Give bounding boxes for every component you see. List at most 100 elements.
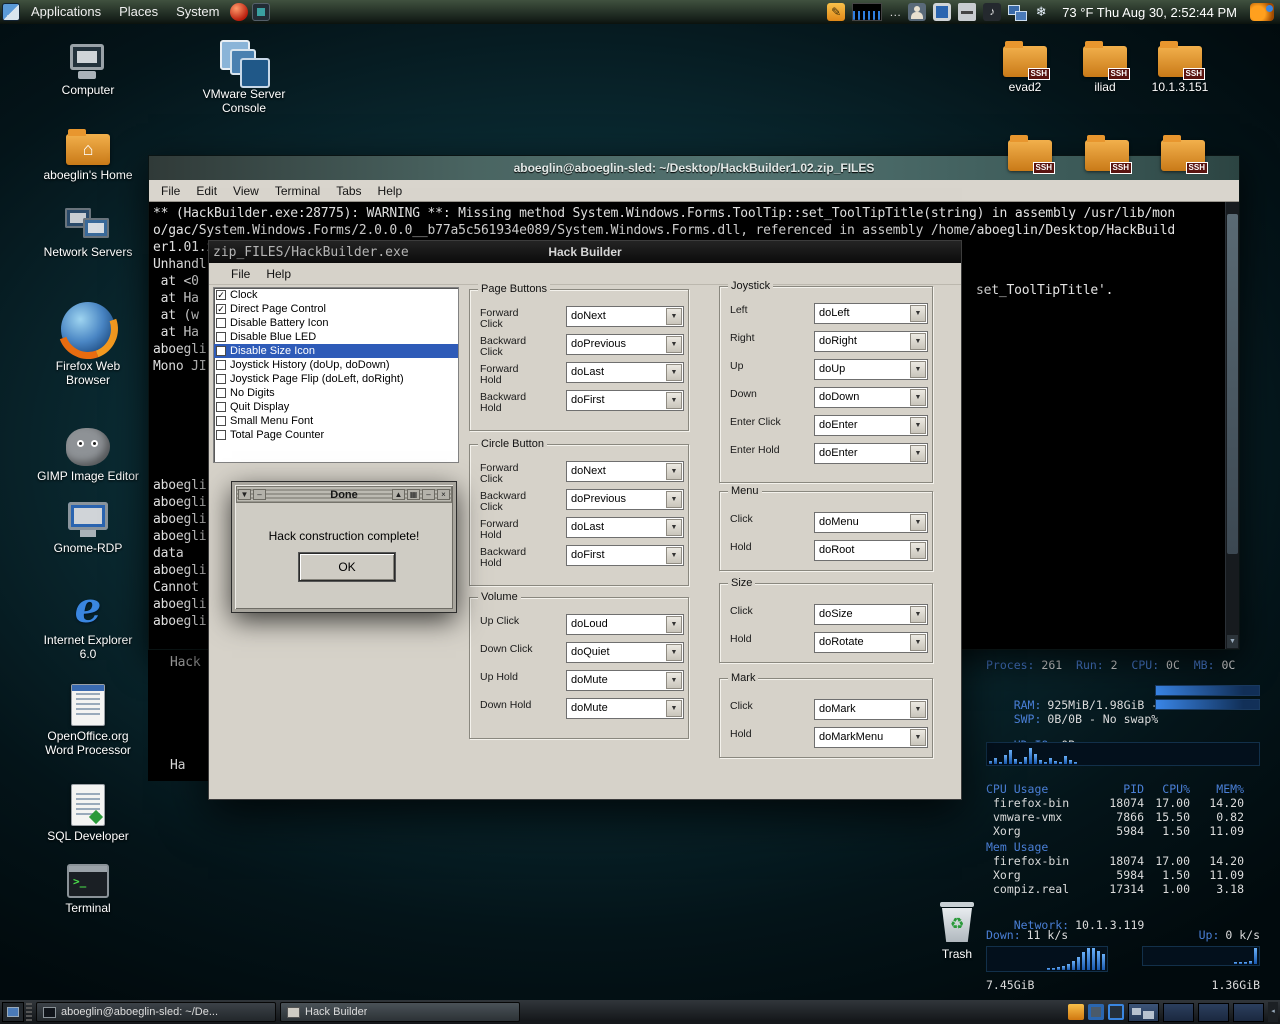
desktop-icon-home[interactable]: ⌂ aboeglin's Home bbox=[36, 129, 140, 182]
combo-menu-hold[interactable]: doRoot ▼ bbox=[814, 540, 928, 561]
hack-builder-menu-file[interactable]: File bbox=[223, 263, 258, 285]
ok-button[interactable]: OK bbox=[299, 553, 395, 581]
menu-applications[interactable]: Applications bbox=[22, 0, 110, 24]
combo-dropdown-icon[interactable]: ▼ bbox=[666, 672, 682, 689]
checklist-item-clock[interactable]: ✓ Clock bbox=[214, 288, 458, 302]
combo-dropdown-icon[interactable]: ▼ bbox=[910, 729, 926, 746]
combo-dropdown-icon[interactable]: ▼ bbox=[666, 336, 682, 353]
terminal-menu-help[interactable]: Help bbox=[370, 180, 411, 202]
desktop-icon-internet-explorer[interactable]: e Internet Explorer 6.0 bbox=[36, 586, 140, 662]
combo-dropdown-icon[interactable]: ▼ bbox=[666, 547, 682, 564]
combo-volume-up-click[interactable]: doLoud ▼ bbox=[566, 614, 684, 635]
checklist-item-small-menu-font[interactable]: Small Menu Font bbox=[214, 414, 458, 428]
checkbox-unchecked[interactable] bbox=[216, 416, 226, 426]
combo-page-buttons-forward-click[interactable]: doNext ▼ bbox=[566, 306, 684, 327]
checkbox-unchecked[interactable] bbox=[216, 402, 226, 412]
notes-applet-icon[interactable]: ✎ bbox=[827, 3, 846, 21]
volume-applet-icon[interactable]: ♪ bbox=[983, 3, 1002, 21]
desktop-icon-network-servers[interactable]: Network Servers bbox=[36, 206, 140, 259]
desktop-icon-openoffice-word[interactable]: OpenOffice.org Word Processor bbox=[36, 684, 140, 757]
combo-volume-up-hold[interactable]: doMute ▼ bbox=[566, 670, 684, 691]
combo-page-buttons-backward-click[interactable]: doPrevious ▼ bbox=[566, 334, 684, 355]
taskbar-item-hack-builder[interactable]: Hack Builder bbox=[280, 1002, 520, 1022]
combo-joystick-left[interactable]: doLeft ▼ bbox=[814, 303, 928, 324]
combo-mark-click[interactable]: doMark ▼ bbox=[814, 699, 928, 720]
desktop-icon-ssh-folder[interactable]: SSH bbox=[1161, 135, 1208, 174]
terminal-menu-view[interactable]: View bbox=[225, 180, 267, 202]
checkbox-checked[interactable]: ✓ bbox=[216, 304, 226, 314]
combo-dropdown-icon[interactable]: ▼ bbox=[910, 333, 926, 350]
combo-circle-button-forward-hold[interactable]: doLast ▼ bbox=[566, 517, 684, 538]
combo-dropdown-icon[interactable]: ▼ bbox=[910, 514, 926, 531]
minimize-button-icon[interactable]: – bbox=[253, 489, 266, 500]
tray-icon[interactable] bbox=[1108, 1004, 1124, 1020]
checklist-item-joystick-page-flip-doleft-doright[interactable]: Joystick Page Flip (doLeft, doRight) bbox=[214, 372, 458, 386]
checklist-item-joystick-history-doup-dodown[interactable]: Joystick History (doUp, doDown) bbox=[214, 358, 458, 372]
terminal-menu-terminal[interactable]: Terminal bbox=[267, 180, 328, 202]
overflow-icon[interactable]: … bbox=[889, 3, 901, 21]
combo-joystick-down[interactable]: doDown ▼ bbox=[814, 387, 928, 408]
desktop-icon-vmware[interactable]: VMware Server Console bbox=[192, 40, 296, 115]
combo-volume-down-click[interactable]: doQuiet ▼ bbox=[566, 642, 684, 663]
combo-joystick-right[interactable]: doRight ▼ bbox=[814, 331, 928, 352]
panel-hide-button[interactable]: ◂ bbox=[1268, 1002, 1278, 1022]
combo-dropdown-icon[interactable]: ▼ bbox=[666, 700, 682, 717]
combo-dropdown-icon[interactable]: ▼ bbox=[910, 701, 926, 718]
terminal-menu-edit[interactable]: Edit bbox=[188, 180, 225, 202]
combo-dropdown-icon[interactable]: ▼ bbox=[666, 463, 682, 480]
hack-builder-titlebar[interactable]: zip_FILES/HackBuilder.exe Hack Builder bbox=[209, 241, 961, 263]
desktop-icon-ssh-folder[interactable]: SSH bbox=[1085, 135, 1132, 174]
combo-circle-button-backward-click[interactable]: doPrevious ▼ bbox=[566, 489, 684, 510]
combo-dropdown-icon[interactable]: ▼ bbox=[910, 417, 926, 434]
combo-dropdown-icon[interactable]: ▼ bbox=[666, 491, 682, 508]
done-dialog-titlebar[interactable]: ▼ – Done ▲ ▦ – × bbox=[236, 486, 452, 503]
launcher-icon[interactable] bbox=[230, 3, 249, 21]
taskbar-item-terminal[interactable]: aboeglin@aboeglin-sled: ~/De... bbox=[36, 1002, 276, 1022]
checklist-item-disable-blue-led[interactable]: Disable Blue LED bbox=[214, 330, 458, 344]
terminal-scrollbar[interactable]: ▼ bbox=[1225, 202, 1239, 649]
workspace-1[interactable] bbox=[1128, 1002, 1159, 1022]
session-applet-icon[interactable] bbox=[1250, 3, 1274, 21]
workspace-4[interactable] bbox=[1233, 1002, 1264, 1022]
network-applet-icon[interactable] bbox=[1008, 3, 1028, 21]
combo-dropdown-icon[interactable]: ▼ bbox=[666, 308, 682, 325]
checkbox-unchecked[interactable] bbox=[216, 430, 226, 440]
printer-applet-icon[interactable] bbox=[958, 3, 977, 21]
combo-joystick-enter-click[interactable]: doEnter ▼ bbox=[814, 415, 928, 436]
combo-dropdown-icon[interactable]: ▼ bbox=[666, 644, 682, 661]
minimize-button-icon[interactable]: – bbox=[422, 489, 435, 500]
checklist-item-direct-page-control[interactable]: ✓ Direct Page Control bbox=[214, 302, 458, 316]
combo-page-buttons-forward-hold[interactable]: doLast ▼ bbox=[566, 362, 684, 383]
combo-page-buttons-backward-hold[interactable]: doFirst ▼ bbox=[566, 390, 684, 411]
terminal-menu-file[interactable]: File bbox=[153, 180, 188, 202]
scrollbar-thumb[interactable] bbox=[1227, 214, 1238, 554]
checkbox-checked[interactable]: ✓ bbox=[216, 290, 226, 300]
checklist-item-quit-display[interactable]: Quit Display bbox=[214, 400, 458, 414]
workspace-2[interactable] bbox=[1163, 1002, 1194, 1022]
menu-places[interactable]: Places bbox=[110, 0, 167, 24]
combo-dropdown-icon[interactable]: ▼ bbox=[666, 519, 682, 536]
desktop-icon-terminal[interactable]: Terminal bbox=[36, 864, 140, 915]
checkbox-unchecked[interactable] bbox=[216, 388, 226, 398]
desktop-icon-sql-developer[interactable]: SQL Developer bbox=[36, 784, 140, 843]
combo-dropdown-icon[interactable]: ▼ bbox=[910, 445, 926, 462]
workspace-3[interactable] bbox=[1198, 1002, 1229, 1022]
scrollbar-down-arrow-icon[interactable]: ▼ bbox=[1227, 635, 1238, 648]
desktop-icon-gimp[interactable]: GIMP Image Editor bbox=[36, 428, 140, 483]
combo-circle-button-forward-click[interactable]: doNext ▼ bbox=[566, 461, 684, 482]
unshade-button-icon[interactable]: ▲ bbox=[392, 489, 405, 500]
menu-system[interactable]: System bbox=[167, 0, 228, 24]
checkbox-unchecked[interactable] bbox=[216, 332, 226, 342]
checklist-item-no-digits[interactable]: No Digits bbox=[214, 386, 458, 400]
combo-mark-hold[interactable]: doMarkMenu ▼ bbox=[814, 727, 928, 748]
combo-dropdown-icon[interactable]: ▼ bbox=[910, 305, 926, 322]
combo-circle-button-backward-hold[interactable]: doFirst ▼ bbox=[566, 545, 684, 566]
combo-menu-click[interactable]: doMenu ▼ bbox=[814, 512, 928, 533]
terminal-titlebar[interactable]: aboeglin@aboeglin-sled: ~/Desktop/HackBu… bbox=[149, 156, 1239, 180]
desktop-icon-gnome-rdp[interactable]: Gnome-RDP bbox=[36, 502, 140, 555]
checkbox-unchecked[interactable] bbox=[216, 374, 226, 384]
checklist-item-disable-battery-icon[interactable]: Disable Battery Icon bbox=[214, 316, 458, 330]
combo-dropdown-icon[interactable]: ▼ bbox=[666, 364, 682, 381]
show-desktop-button[interactable] bbox=[2, 1002, 24, 1022]
clock-applet[interactable]: 73 °F Thu Aug 30, 2:52:44 PM bbox=[1054, 5, 1245, 20]
